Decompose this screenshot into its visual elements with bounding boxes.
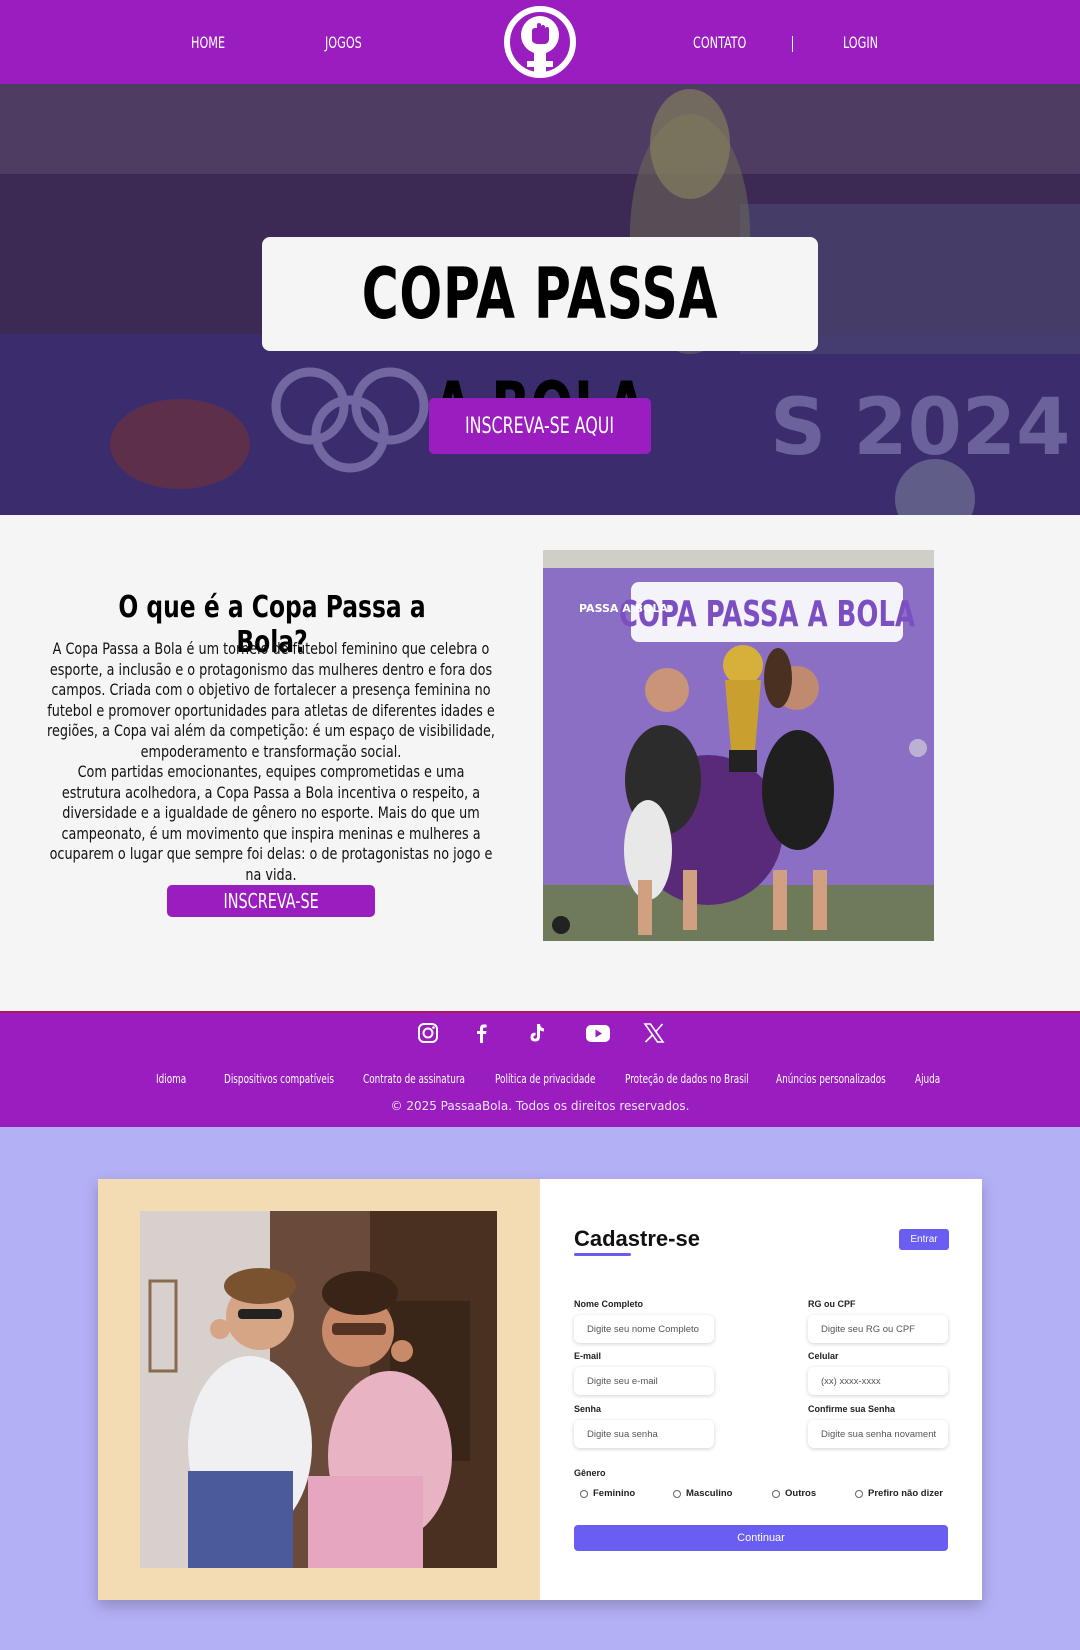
instagram-icon[interactable] xyxy=(414,1019,442,1047)
senha-input[interactable] xyxy=(574,1420,714,1448)
about-paragraph-2: Com partidas emocionantes, equipes compr… xyxy=(49,762,493,884)
rg-label: RG ou CPF xyxy=(808,1299,856,1309)
copyright-text: © 2025 PassaaBola. Todos os direitos res… xyxy=(390,1099,690,1113)
footer-link-contrato[interactable]: Contrato de assinatura xyxy=(363,1072,465,1086)
senha-label: Senha xyxy=(574,1404,602,1414)
radio-prefiro-nao-dizer[interactable]: Prefiro não dizer xyxy=(855,1488,943,1499)
hero-title-box: COPA PASSA A BOLA xyxy=(262,237,818,449)
nav-contato[interactable]: CONTATO xyxy=(693,33,746,52)
radio-outros[interactable]: Outros xyxy=(772,1488,816,1499)
footer-link-protecao-dados[interactable]: Proteção de dados no Brasil xyxy=(625,1072,749,1086)
signup-title-underline xyxy=(574,1253,631,1256)
radio-circle[interactable] xyxy=(673,1489,681,1498)
signup-photo xyxy=(140,1211,497,1568)
email-input[interactable] xyxy=(574,1367,714,1395)
friends-photo xyxy=(140,1211,497,1568)
radio-circle[interactable] xyxy=(580,1489,588,1498)
nav-separator xyxy=(792,36,793,52)
hero-signup-button[interactable]: INSCREVA-SE AQUI xyxy=(429,398,651,454)
footer-link-privacidade[interactable]: Política de privacidade xyxy=(495,1072,595,1086)
youtube-icon[interactable] xyxy=(584,1019,612,1047)
radio-circle[interactable] xyxy=(855,1489,863,1498)
footer: Idioma Dispositivos compatíveis Contrato… xyxy=(0,1011,1080,1127)
social-icons xyxy=(0,1019,1080,1049)
banner-small-text: PASSA A BOLA xyxy=(579,602,668,615)
about-section: O que é a Copa Passa a Bola? A Copa Pass… xyxy=(0,515,1080,1011)
signup-image-panel xyxy=(98,1179,540,1600)
nome-input[interactable] xyxy=(574,1315,714,1343)
top-navbar: HOME JOGOS CONTATO LOGIN xyxy=(0,0,1080,84)
email-label: E-mail xyxy=(574,1351,602,1361)
hero-section: S 2024 COPA PASSA A BOLA INSCREVA-SE AQU… xyxy=(0,84,1080,515)
footer-links: Idioma Dispositivos compatíveis Contrato… xyxy=(0,1072,1080,1090)
svg-text:S 2024: S 2024 xyxy=(770,383,1070,473)
celular-label: Celular xyxy=(808,1351,839,1361)
radio-outros-label: Outros xyxy=(785,1488,817,1499)
nome-label: Nome Completo xyxy=(574,1299,644,1309)
nav-jogos[interactable]: JOGOS xyxy=(325,33,362,52)
tiktok-icon[interactable] xyxy=(522,1019,550,1047)
about-signup-button[interactable]: INSCREVA-SE xyxy=(167,885,375,917)
radio-feminino[interactable]: Feminino xyxy=(580,1488,635,1499)
nav-home[interactable]: HOME xyxy=(191,33,225,52)
radio-masculino[interactable]: Masculino xyxy=(673,1488,732,1499)
facebook-icon[interactable] xyxy=(467,1019,495,1047)
rg-input[interactable] xyxy=(808,1315,948,1343)
footer-link-dispositivos[interactable]: Dispositivos compatíveis xyxy=(224,1072,334,1086)
celular-input[interactable] xyxy=(808,1367,948,1395)
hero-signup-label: INSCREVA-SE AQUI xyxy=(465,413,615,439)
signup-card: Cadastre-se Entrar Nome Completo RG ou C… xyxy=(98,1179,982,1600)
login-button[interactable]: Entrar xyxy=(899,1229,949,1250)
trophy-photo: COPA PASSA A BOLA PASSA A BOLA xyxy=(543,550,934,941)
continuar-button[interactable]: Continuar xyxy=(574,1525,948,1551)
signup-title: Cadastre-se xyxy=(574,1226,700,1251)
radio-circle[interactable] xyxy=(772,1489,780,1498)
about-signup-label: INSCREVA-SE xyxy=(223,889,319,913)
genero-label: Gênero xyxy=(574,1468,606,1478)
about-paragraph-1: A Copa Passa a Bola é um torneio de fute… xyxy=(47,639,495,761)
footer-link-idioma[interactable]: Idioma xyxy=(156,1072,186,1086)
footer-link-ajuda[interactable]: Ajuda xyxy=(915,1072,940,1086)
confirma-input[interactable] xyxy=(808,1420,948,1448)
radio-masculino-label: Masculino xyxy=(686,1488,733,1499)
x-icon[interactable] xyxy=(640,1019,668,1047)
nav-login[interactable]: LOGIN xyxy=(843,33,878,52)
about-paragraph: A Copa Passa a Bola é um torneio de fute… xyxy=(46,639,496,885)
radio-prefiro-label: Prefiro não dizer xyxy=(868,1488,943,1499)
radio-feminino-label: Feminino xyxy=(593,1488,636,1499)
footer-link-anuncios[interactable]: Anúncios personalizados xyxy=(776,1072,886,1086)
logo-icon[interactable] xyxy=(502,4,578,80)
trophy-photo-carousel[interactable]: COPA PASSA A BOLA PASSA A BOLA xyxy=(543,550,934,941)
hero-title: COPA PASSA A BOLA xyxy=(361,253,719,449)
confirma-label: Confirme sua Senha xyxy=(808,1404,896,1414)
